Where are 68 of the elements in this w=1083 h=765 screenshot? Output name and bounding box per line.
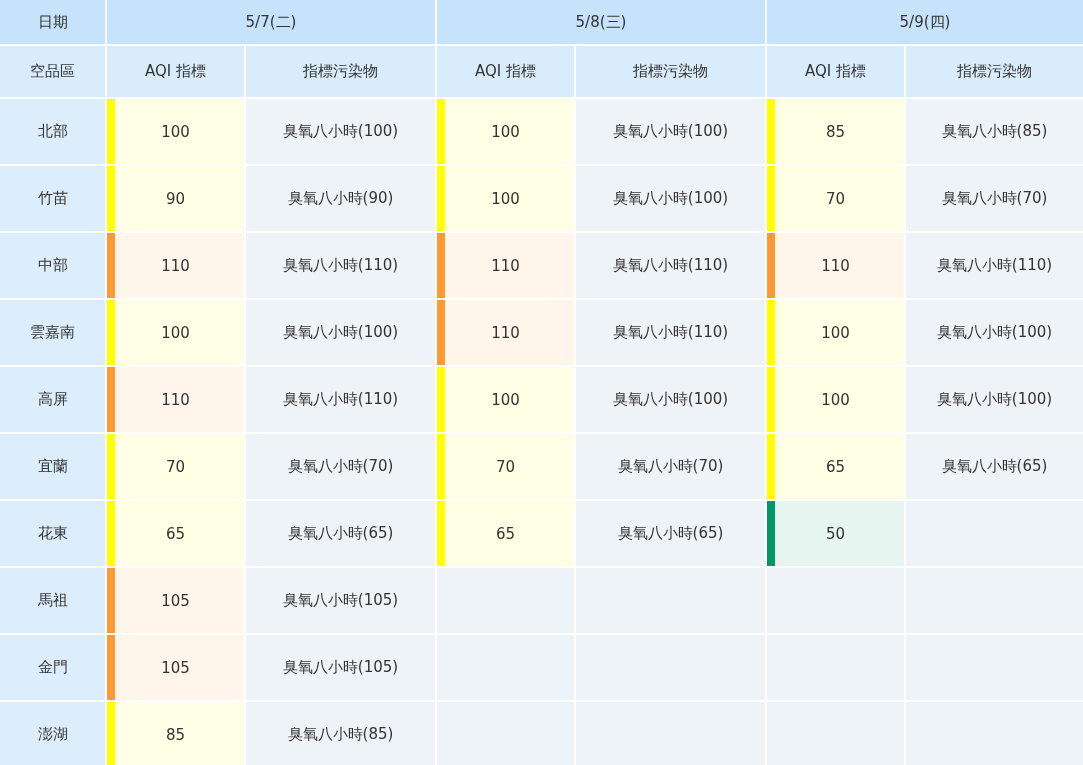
aqi-value: 110 xyxy=(490,322,521,344)
column-header: 指標污染物 xyxy=(576,46,765,97)
pollutant-cell: 臭氧八小時(70) xyxy=(246,434,435,499)
aqi-value: 110 xyxy=(820,255,851,277)
aqi-value: 100 xyxy=(820,389,851,411)
pollutant-cell: 臭氧八小時(70) xyxy=(906,166,1083,231)
aqi-value: 70 xyxy=(824,188,847,210)
aqi-value: 70 xyxy=(494,456,517,478)
column-header: 指標污染物 xyxy=(906,46,1083,97)
region-cell: 金門 xyxy=(0,635,105,700)
region-cell: 中部 xyxy=(0,233,105,298)
pollutant-cell: 臭氧八小時(65) xyxy=(906,434,1083,499)
pollutant-cell: 臭氧八小時(85) xyxy=(906,99,1083,164)
column-header: AQI 指標 xyxy=(107,46,244,97)
column-header: AQI 指標 xyxy=(767,46,904,97)
header-cell: 日期 xyxy=(0,0,105,44)
aqi-value: 85 xyxy=(824,121,847,143)
pollutant-cell: 臭氧八小時(100) xyxy=(246,300,435,365)
aqi-value: 100 xyxy=(160,322,191,344)
pollutant-cell: 臭氧八小時(90) xyxy=(246,166,435,231)
region-cell: 花東 xyxy=(0,501,105,566)
region-cell: 宜蘭 xyxy=(0,434,105,499)
pollutant-cell: 臭氧八小時(100) xyxy=(246,99,435,164)
pollutant-cell: 臭氧八小時(65) xyxy=(246,501,435,566)
header-cell: 空品區 xyxy=(0,46,105,97)
date-header: 5/7(二) xyxy=(107,0,435,44)
pollutant-cell: 臭氧八小時(100) xyxy=(576,99,765,164)
pollutant-cell: 臭氧八小時(100) xyxy=(906,367,1083,432)
pollutant-cell: 臭氧八小時(105) xyxy=(246,568,435,633)
aqi-value: 65 xyxy=(494,523,517,545)
date-header: 5/8(三) xyxy=(437,0,765,44)
pollutant-cell: 臭氧八小時(100) xyxy=(576,166,765,231)
pollutant-cell: 臭氧八小時(110) xyxy=(906,233,1083,298)
aqi-value: 105 xyxy=(160,590,191,612)
column-header: 指標污染物 xyxy=(246,46,435,97)
region-cell: 北部 xyxy=(0,99,105,164)
pollutant-cell: 臭氧八小時(100) xyxy=(906,300,1083,365)
pollutant-cell: 臭氧八小時(110) xyxy=(576,233,765,298)
aqi-value: 100 xyxy=(490,188,521,210)
aqi-value: 110 xyxy=(160,255,191,277)
pollutant-cell: 臭氧八小時(110) xyxy=(246,367,435,432)
aqi-value: 50 xyxy=(824,523,847,545)
region-cell: 馬祖 xyxy=(0,568,105,633)
aqi-value: 70 xyxy=(164,456,187,478)
region-cell: 竹苗 xyxy=(0,166,105,231)
aqi-value: 100 xyxy=(490,389,521,411)
aqi-value: 65 xyxy=(164,523,187,545)
pollutant-cell: 臭氧八小時(70) xyxy=(576,434,765,499)
region-cell: 高屏 xyxy=(0,367,105,432)
aqi-value: 100 xyxy=(160,121,191,143)
column-header: AQI 指標 xyxy=(437,46,574,97)
aqi-value: 90 xyxy=(164,188,187,210)
aqi-value: 105 xyxy=(160,657,191,679)
pollutant-cell: 臭氧八小時(85) xyxy=(246,702,435,765)
pollutant-cell: 臭氧八小時(110) xyxy=(246,233,435,298)
aqi-value: 110 xyxy=(160,389,191,411)
aqi-value: 110 xyxy=(490,255,521,277)
aqi-value: 85 xyxy=(164,724,187,746)
aqi-value: 100 xyxy=(820,322,851,344)
aqi-value: 65 xyxy=(824,456,847,478)
region-cell: 澎湖 xyxy=(0,702,105,765)
date-header: 5/9(四) xyxy=(767,0,1083,44)
pollutant-cell: 臭氧八小時(110) xyxy=(576,300,765,365)
region-cell: 雲嘉南 xyxy=(0,300,105,365)
pollutant-cell: 臭氧八小時(65) xyxy=(576,501,765,566)
aqi-value: 100 xyxy=(490,121,521,143)
pollutant-cell: 臭氧八小時(105) xyxy=(246,635,435,700)
pollutant-cell: 臭氧八小時(100) xyxy=(576,367,765,432)
